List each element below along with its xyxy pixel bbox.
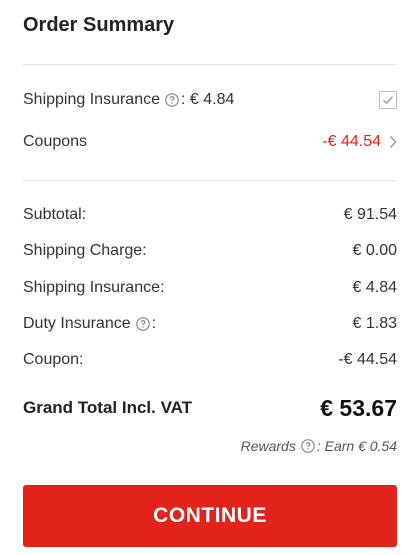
shipping-insurance-label: Shipping Insurance bbox=[23, 91, 160, 108]
duty-insurance-suffix: : bbox=[151, 315, 157, 332]
coupons-value: -€ 44.54 bbox=[322, 133, 381, 150]
continue-button[interactable]: CONTINUE bbox=[23, 485, 397, 547]
question-circle-icon[interactable] bbox=[165, 93, 179, 107]
shipping-insurance-checkbox[interactable] bbox=[379, 91, 397, 109]
shipping-charge-label: Shipping Charge: bbox=[23, 242, 147, 259]
question-circle-icon[interactable] bbox=[135, 317, 150, 331]
duty-insurance-label: Duty Insurance bbox=[23, 315, 131, 332]
totals-row-subtotal: Subtotal: € 91.54 bbox=[23, 203, 397, 227]
coupon-label: Coupon: bbox=[23, 351, 84, 368]
order-summary-panel: Order Summary Shipping Insurance : € 4.8… bbox=[0, 0, 411, 555]
shipping-insurance-option: Shipping Insurance : € 4.84 bbox=[23, 88, 397, 112]
subtotal-value: € 91.54 bbox=[343, 206, 397, 223]
question-circle-icon[interactable] bbox=[301, 439, 315, 453]
shipping-insurance-price: : € 4.84 bbox=[180, 91, 235, 108]
shipping-insurance-total-value: € 4.84 bbox=[352, 279, 397, 296]
rewards-text: : Earn € 0.54 bbox=[316, 438, 397, 454]
check-icon bbox=[383, 96, 394, 105]
subtotal-label: Subtotal: bbox=[23, 206, 87, 223]
shipping-insurance-total-label: Shipping Insurance: bbox=[23, 279, 165, 296]
coupon-value: -€ 44.54 bbox=[338, 351, 397, 368]
divider-top bbox=[23, 64, 397, 65]
coupons-selector[interactable]: -€ 44.54 bbox=[322, 133, 397, 151]
order-summary-title: Order Summary bbox=[23, 14, 175, 36]
coupons-label: Coupons bbox=[23, 133, 88, 150]
coupons-row[interactable]: Coupons -€ 44.54 bbox=[23, 130, 397, 154]
grand-total-row: Grand Total Incl. VAT € 53.67 bbox=[23, 393, 397, 423]
rewards-label: Rewards bbox=[240, 438, 296, 454]
rewards-line: Rewards : Earn € 0.54 bbox=[241, 436, 397, 456]
chevron-right-icon bbox=[390, 136, 397, 148]
duty-insurance-value: € 1.83 bbox=[352, 315, 397, 332]
divider-middle bbox=[23, 180, 397, 181]
grand-total-label: Grand Total Incl. VAT bbox=[23, 398, 193, 417]
totals-row-shipping-charge: Shipping Charge: € 0.00 bbox=[23, 239, 397, 263]
totals-row-shipping-insurance: Shipping Insurance: € 4.84 bbox=[23, 276, 397, 300]
duty-insurance-label-group: Duty Insurance : bbox=[23, 315, 156, 333]
shipping-insurance-label-group: Shipping Insurance : € 4.84 bbox=[23, 91, 234, 109]
totals-row-duty-insurance: Duty Insurance : € 1.83 bbox=[23, 312, 397, 336]
shipping-charge-value: € 0.00 bbox=[352, 242, 397, 259]
grand-total-value: € 53.67 bbox=[320, 394, 397, 421]
totals-row-coupon: Coupon: -€ 44.54 bbox=[23, 348, 397, 372]
